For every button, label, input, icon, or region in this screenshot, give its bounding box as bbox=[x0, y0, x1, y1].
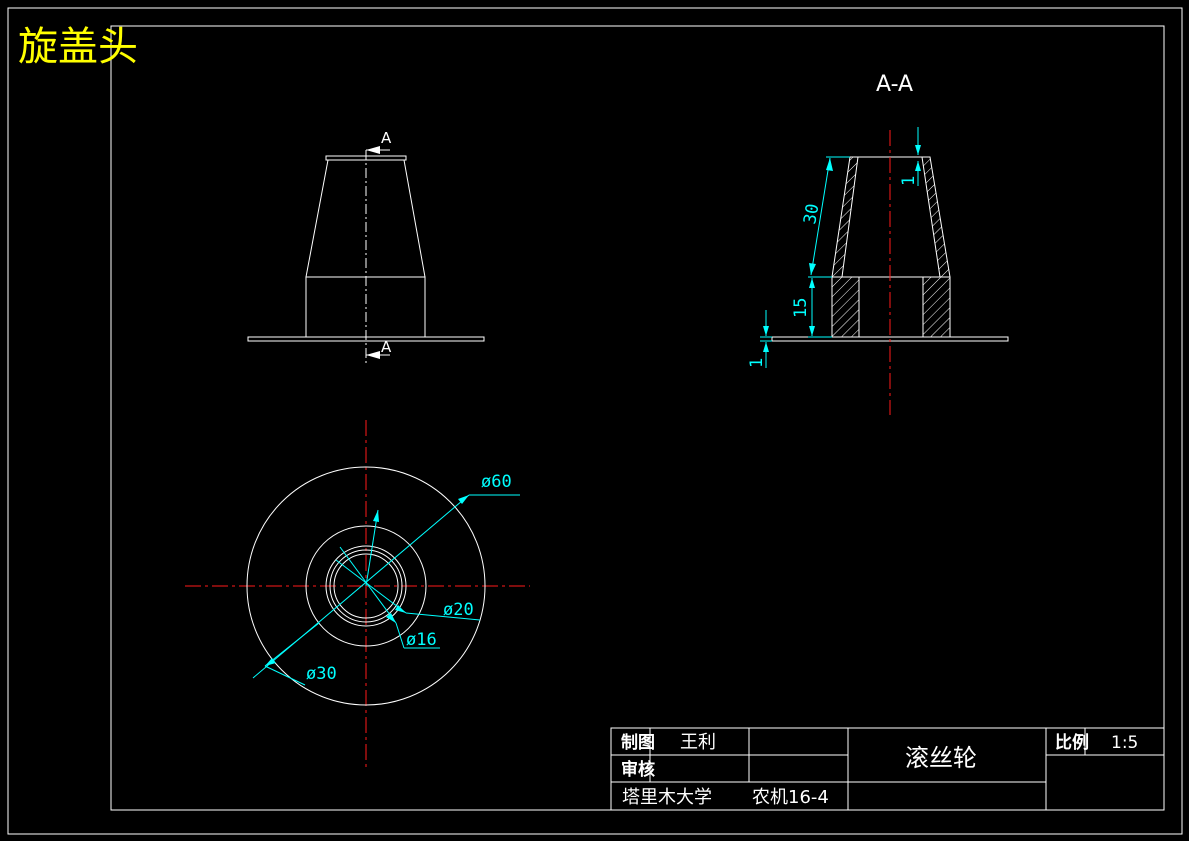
section-wall-right bbox=[922, 276, 951, 338]
dim-d30: ø30 bbox=[306, 664, 337, 684]
dim-1-top: 1 bbox=[899, 176, 919, 186]
label-scale: 比例 bbox=[1055, 732, 1089, 753]
cut-arrow-top bbox=[366, 146, 380, 154]
part-name: 滚丝轮 bbox=[905, 744, 977, 772]
title-block: 制图 审核 王利 滚丝轮 比例 1:5 塔里木大学 农机16-4 bbox=[610, 727, 1165, 811]
dim-1-bottom: 1 bbox=[747, 358, 767, 368]
scale-value: 1:5 bbox=[1111, 733, 1138, 753]
label-draw: 制图 bbox=[621, 732, 655, 753]
section-label: A-A bbox=[876, 72, 913, 97]
dim-15: 15 bbox=[791, 298, 811, 318]
drawing-title: 旋盖头 bbox=[18, 24, 138, 70]
dim-30: 30 bbox=[800, 202, 823, 226]
school-name: 塔里木大学 bbox=[622, 787, 712, 808]
dim-d16: ø16 bbox=[406, 630, 437, 650]
cut-marker-top: A bbox=[381, 129, 392, 147]
drawer-name: 王利 bbox=[680, 732, 716, 753]
section-view: A-A 30 15 1 1 bbox=[747, 72, 1009, 415]
section-wall-left bbox=[831, 276, 860, 338]
cut-marker-bottom: A bbox=[381, 338, 392, 356]
drawing-sheet: 旋盖头 A A A-A 30 15 1 1 ø60 ø30 ø20 ø16 制图… bbox=[7, 7, 1183, 835]
dim-d20: ø20 bbox=[443, 600, 474, 620]
class-name: 农机16-4 bbox=[752, 787, 829, 808]
inner-frame bbox=[110, 25, 1165, 811]
outer-border bbox=[7, 7, 1183, 835]
dim-d60: ø60 bbox=[481, 472, 512, 492]
cut-arrow-bottom bbox=[366, 351, 380, 359]
top-view: ø60 ø30 ø20 ø16 bbox=[185, 420, 530, 770]
front-view: A A bbox=[247, 129, 485, 365]
section-cone-wall-left bbox=[831, 156, 859, 278]
section-cone-wall-right bbox=[921, 156, 951, 278]
label-check: 审核 bbox=[621, 759, 655, 780]
